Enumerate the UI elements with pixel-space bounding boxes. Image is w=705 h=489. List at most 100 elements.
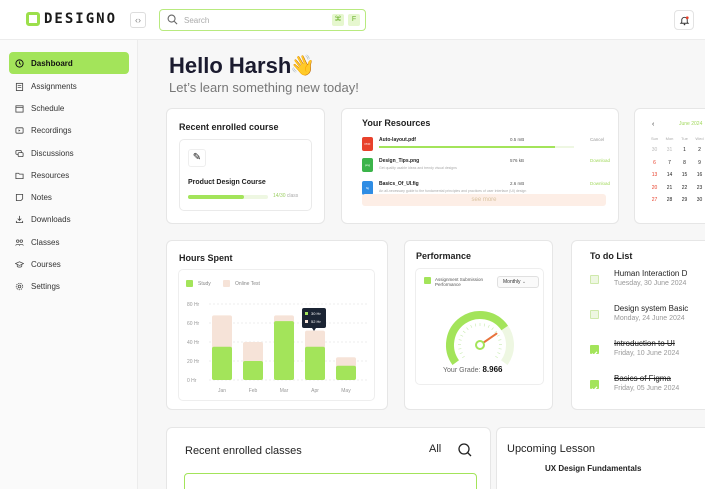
bar-study[interactable]: [212, 346, 232, 380]
calendar-day[interactable]: 22: [679, 183, 690, 194]
clock-icon: [15, 58, 24, 68]
calendar-day[interactable]: 6: [649, 158, 660, 169]
legend-label: Assignment Submission Performance: [435, 277, 484, 287]
hours-spent-card: Hours Spent Study Online Test 0 Hr 20 Hr 4…: [166, 240, 388, 410]
calendar-day[interactable]: 27: [649, 195, 660, 206]
sidebar-item-recordings[interactable]: Recordings: [9, 119, 129, 141]
period-value: Monthly: [503, 279, 521, 285]
calendar-day[interactable]: 14: [664, 170, 675, 181]
sidebar-item-classes[interactable]: Classes: [9, 231, 129, 253]
resource-item[interactable]: png Design_Tips.png Get quality usable ide…: [362, 158, 610, 178]
calendar-day[interactable]: 30: [649, 145, 660, 156]
x-tick-label: Feb: [249, 388, 258, 394]
check-icon: [591, 351, 598, 357]
legend-swatch: [424, 277, 431, 284]
sidebar-item-schedule[interactable]: Schedule: [9, 97, 129, 119]
calendar-day[interactable]: 9: [694, 158, 705, 169]
search-bar[interactable]: ⌘ F: [159, 9, 366, 31]
sidebar-item-settings[interactable]: Settings: [9, 275, 129, 297]
todo-item[interactable]: Human Interaction D Tuesday, 30 June 2024: [590, 269, 705, 295]
calendar-day[interactable]: 15: [679, 170, 690, 181]
collapse-sidebar-button[interactable]: ‹›: [130, 12, 146, 28]
sidebar-item-dashboard[interactable]: Dashboard: [9, 52, 129, 74]
gauge-fill: [446, 311, 508, 365]
logo[interactable]: DESIGNO: [26, 11, 117, 27]
calendar-day[interactable]: 20: [649, 183, 660, 194]
hours-chart: Study Online Test 0 Hr 20 Hr 40 Hr 60 Hr 80 …: [178, 269, 375, 401]
sidebar-item-downloads[interactable]: Downloads: [9, 208, 129, 230]
calendar-day[interactable]: 28: [664, 195, 675, 206]
bar-study[interactable]: [305, 346, 325, 380]
search-icon: [167, 14, 178, 25]
resource-item[interactable]: PDF Auto-layout.pdf 0.5 mB Cancel: [362, 137, 606, 157]
performance-card: Performance Assignment Submission Perfor…: [404, 240, 553, 410]
resource-action-button[interactable]: Download: [590, 181, 610, 186]
bar-study[interactable]: [243, 361, 263, 380]
calendar-day[interactable]: 23: [694, 183, 705, 194]
gauge-tick: [460, 334, 464, 337]
sidebar-item-label: Dashboard: [31, 58, 73, 68]
course-progress-fill: [188, 195, 244, 199]
todo-item[interactable]: Design system Basic Monday, 24 June 2024: [590, 304, 705, 330]
todo-item[interactable]: Basics of Figma Friday, 05 June 2024: [590, 374, 705, 400]
app-root: DESIGNO ‹› ⌘ F Dashboard Assignments Sch…: [0, 0, 705, 489]
gauge-tick: [462, 330, 466, 334]
calendar-day[interactable]: 16: [694, 170, 705, 181]
logo-mark-icon: [26, 12, 40, 26]
checkbox-checked[interactable]: [590, 345, 599, 357]
bar-study[interactable]: [336, 365, 356, 380]
calendar-day[interactable]: 8: [679, 158, 690, 169]
calendar-day[interactable]: 1: [679, 145, 690, 156]
filter-all-button[interactable]: All: [429, 443, 441, 455]
sidebar-item-courses[interactable]: Courses: [9, 253, 129, 275]
checkbox-unchecked[interactable]: [590, 310, 599, 319]
calendar-day[interactable]: 31: [664, 145, 675, 156]
file-icon: fig: [362, 181, 373, 195]
search-input[interactable]: [184, 13, 304, 27]
calendar-day[interactable]: 2: [694, 145, 705, 156]
calendar-weekday: Tue: [681, 136, 688, 141]
search-classes-button[interactable]: [456, 441, 474, 459]
calendar-card: ‹ June 2024 SunMonTueWedThu3031123678910…: [634, 108, 705, 224]
performance-panel: Assignment Submission Performance Monthl…: [415, 268, 544, 385]
resource-size: 2.6 mB: [510, 181, 525, 186]
todo-title: Introduction to UI: [614, 339, 675, 348]
bar-study[interactable]: [274, 321, 294, 380]
calendar-icon: [15, 104, 24, 113]
resource-action-button[interactable]: Download: [590, 158, 610, 163]
period-dropdown[interactable]: Monthly ⌄: [497, 276, 539, 288]
calendar-prev-button[interactable]: ‹: [652, 121, 654, 128]
pen-icon: ✎: [188, 149, 206, 167]
todo-date: Tuesday, 30 June 2024: [614, 280, 687, 287]
notifications-button[interactable]: [674, 10, 694, 30]
calendar-day[interactable]: 21: [664, 183, 675, 194]
calendar-day[interactable]: 30: [694, 195, 705, 206]
sidebar-item-notes[interactable]: Notes: [9, 186, 129, 208]
resource-name: Basics_Of_UI.fig: [379, 181, 419, 187]
class-item[interactable]: [184, 473, 477, 489]
logo-text: DESIGNO: [44, 11, 118, 27]
sidebar-item-assignments[interactable]: Assignments: [9, 75, 129, 97]
todo-item[interactable]: Introduction to UI Friday, 10 June 2024: [590, 339, 705, 365]
sidebar-item-resources[interactable]: Resources: [9, 164, 129, 186]
lesson-item[interactable]: UX Design Fundamentals: [545, 464, 641, 473]
x-tick-label: Jan: [218, 388, 226, 394]
sidebar-item-discussions[interactable]: Discussions: [9, 142, 129, 164]
course-item[interactable]: ✎ Product Design Course 14/30 class: [179, 139, 312, 211]
gauge-tick: [491, 327, 494, 331]
checkbox-checked[interactable]: [590, 380, 599, 392]
see-more-button[interactable]: see more: [362, 194, 606, 206]
calendar-weekday: Mon: [665, 136, 674, 141]
gear-icon: [15, 282, 24, 290]
calendar-day[interactable]: 13: [649, 170, 660, 181]
calendar-day[interactable]: 29: [679, 195, 690, 206]
recent-classes-card: Recent enrolled classes All: [166, 427, 491, 489]
gauge-tick: [497, 352, 501, 355]
search-icon: [458, 443, 472, 457]
sidebar-item-label: Courses: [31, 259, 61, 269]
card-title: Performance: [416, 251, 472, 261]
calendar-day[interactable]: 7: [664, 158, 675, 169]
checkbox-unchecked[interactable]: [590, 275, 599, 284]
resource-action-button[interactable]: Cancel: [590, 137, 604, 142]
course-progress-count: 14/30: [273, 193, 286, 199]
